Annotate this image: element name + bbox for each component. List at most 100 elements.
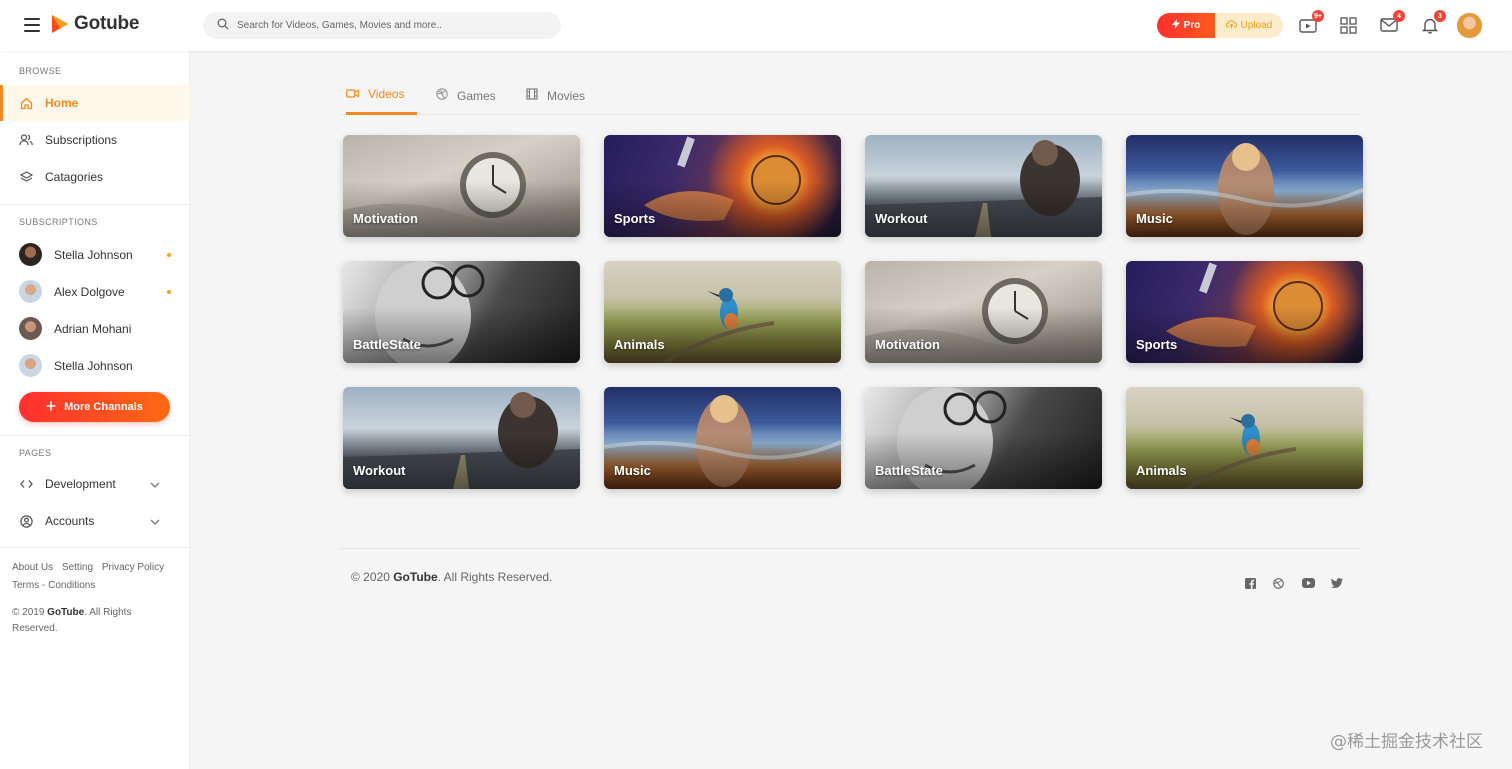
card-title: Workout	[875, 211, 928, 226]
logo-play-icon	[50, 13, 70, 35]
lightning-icon	[1171, 19, 1180, 32]
top-header: Gotube Pro Upload 9+ 4 3	[0, 0, 1512, 51]
pages-section-title: PAGES	[19, 448, 52, 458]
category-card-animals[interactable]: Animals	[604, 261, 841, 363]
sidebar-item-home[interactable]: Home	[0, 85, 190, 121]
sidebar-item-accounts[interactable]: Accounts	[0, 503, 190, 539]
new-indicator-dot	[167, 289, 171, 294]
sidebar-item-development[interactable]: Development	[0, 466, 190, 502]
sidebar-item-catagories[interactable]: Catagories	[0, 159, 190, 195]
subscription-name: Adrian Mohani	[54, 321, 132, 336]
subscription-name: Alex Dolgove	[54, 284, 125, 299]
chevron-down-icon[interactable]	[150, 514, 160, 528]
category-card-sports[interactable]: Sports	[604, 135, 841, 237]
subscription-name: Stella Johnson	[54, 358, 133, 373]
new-indicator-dot	[167, 252, 171, 257]
sidebar: BROWSE Home Subscriptions Catagories SUB…	[0, 51, 190, 769]
sidebar-item-label: Subscriptions	[45, 133, 118, 147]
menu-icon[interactable]	[24, 18, 40, 32]
card-title: Animals	[1136, 463, 1187, 478]
category-card-motivation[interactable]: Motivation	[865, 261, 1102, 363]
card-title: Animals	[614, 337, 665, 352]
mail-icon[interactable]: 4	[1379, 10, 1405, 35]
dribbble-icon	[436, 88, 448, 103]
upload-label: Upload	[1240, 20, 1273, 31]
home-icon	[19, 96, 33, 110]
avatar	[19, 280, 42, 303]
chevron-down-icon[interactable]	[150, 477, 160, 491]
terms-link[interactable]: Terms - Conditions	[12, 580, 95, 591]
bell-icon[interactable]: 3	[1420, 10, 1446, 35]
card-title: Music	[1136, 211, 1173, 226]
user-circle-icon	[19, 514, 33, 528]
tab-label: Games	[457, 88, 496, 103]
copyright-brand: GoTube	[393, 570, 438, 584]
category-card-music[interactable]: Music	[1126, 135, 1363, 237]
category-card-sports[interactable]: Sports	[1126, 261, 1363, 363]
category-card-workout[interactable]: Workout	[865, 135, 1102, 237]
code-icon	[19, 477, 33, 491]
category-card-music[interactable]: Music	[604, 387, 841, 489]
sidebar-item-label: Home	[45, 96, 79, 110]
content-tabs: Videos Games Movies	[340, 76, 1361, 115]
more-channels-button[interactable]: More Channals	[19, 392, 170, 422]
video-badge: 9+	[1312, 10, 1324, 22]
divider	[0, 204, 190, 205]
copyright-prefix: © 2019	[12, 607, 48, 618]
users-icon	[19, 133, 33, 147]
facebook-icon[interactable]	[1243, 576, 1257, 590]
copyright-suffix: . All Rights Reserved.	[437, 570, 553, 584]
tab-games[interactable]: Games	[436, 76, 496, 115]
category-card-workout[interactable]: Workout	[343, 387, 580, 489]
card-title: Sports	[1136, 337, 1178, 352]
footer-copyright: © 2020 GoTube. All Rights Reserved.	[351, 570, 552, 584]
browse-section-title: BROWSE	[19, 66, 62, 76]
film-icon	[526, 88, 538, 103]
tab-movies[interactable]: Movies	[526, 76, 585, 115]
watermark: @稀土掘金技术社区	[1330, 732, 1483, 752]
setting-link[interactable]: Setting	[62, 562, 93, 573]
sidebar-footer-links: About Us Setting Privacy Policy Terms - …	[12, 559, 187, 595]
category-card-animals[interactable]: Animals	[1126, 387, 1363, 489]
logo[interactable]: Gotube	[50, 13, 139, 35]
twitter-icon[interactable]	[1330, 576, 1344, 590]
card-title: Sports	[614, 211, 656, 226]
avatar	[19, 317, 42, 340]
sidebar-item-subscriptions[interactable]: Subscriptions	[0, 122, 190, 158]
about-us-link[interactable]: About Us	[12, 562, 53, 573]
card-title: BattleState	[353, 337, 421, 352]
divider	[0, 435, 190, 436]
tab-videos[interactable]: Videos	[346, 76, 417, 115]
category-card-battle[interactable]: BattleState	[865, 387, 1102, 489]
card-title: Motivation	[353, 211, 418, 226]
video-camera-icon	[346, 87, 359, 101]
privacy-policy-link[interactable]: Privacy Policy	[102, 562, 164, 573]
pro-button[interactable]: Pro	[1157, 13, 1215, 38]
category-card-battle[interactable]: BattleState	[343, 261, 580, 363]
dribbble-icon[interactable]	[1271, 576, 1285, 590]
video-icon[interactable]: 9+	[1298, 10, 1324, 35]
card-title: Motivation	[875, 337, 940, 352]
user-avatar[interactable]	[1456, 12, 1483, 39]
upload-button[interactable]: Upload	[1215, 13, 1283, 38]
youtube-icon[interactable]	[1301, 576, 1315, 590]
subscription-item[interactable]: Alex Dolgove	[0, 273, 190, 310]
card-title: Workout	[353, 463, 406, 478]
cloud-upload-icon	[1225, 19, 1237, 32]
search-icon	[217, 17, 229, 35]
copyright-prefix: © 2020	[351, 570, 394, 584]
subscription-item[interactable]: Stella Johnson	[0, 236, 190, 273]
avatar	[19, 243, 42, 266]
search-input[interactable]	[237, 20, 537, 31]
subscriptions-section-title: SUBSCRIPTIONS	[19, 217, 98, 227]
more-channels-label: More Channals	[64, 401, 143, 413]
tab-label: Movies	[547, 88, 586, 103]
card-title: BattleState	[875, 463, 943, 478]
grid-icon[interactable]	[1338, 15, 1358, 35]
category-card-motivation[interactable]: Motivation	[343, 135, 580, 237]
subscription-item[interactable]: Adrian Mohani	[0, 310, 190, 347]
subscription-item[interactable]: Stella Johnson	[0, 347, 190, 384]
search-bar[interactable]	[203, 12, 561, 39]
app-name: Gotube	[74, 13, 140, 34]
card-title: Music	[614, 463, 651, 478]
